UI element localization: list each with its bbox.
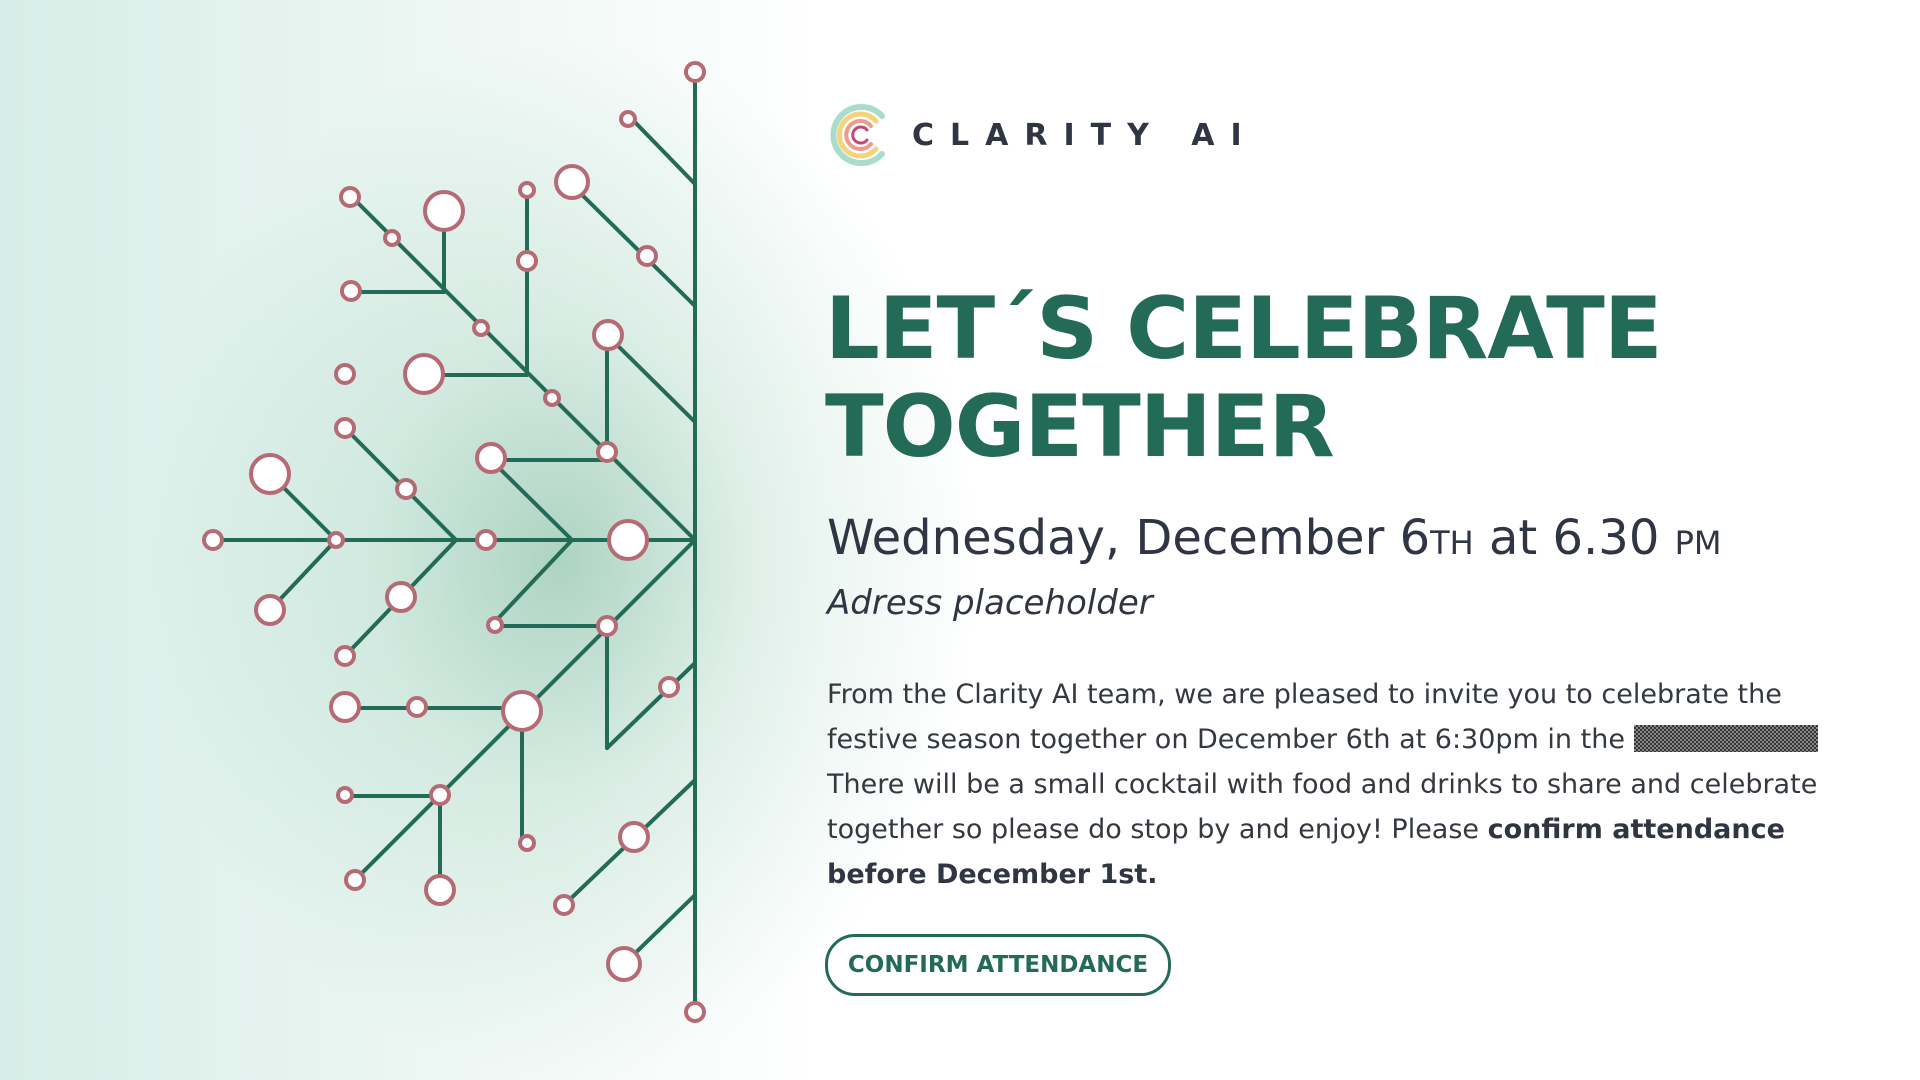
event-address: Adress placeholder — [827, 583, 1153, 623]
time-suffix: PM — [1674, 524, 1722, 562]
title-line-1: LET´S CELEBRATE — [825, 279, 1663, 379]
page-title: LET´S CELEBRATE TOGETHER — [825, 280, 1885, 476]
confirm-attendance-button[interactable]: CONFIRM ATTENDANCE — [825, 934, 1171, 996]
invitation-text: From the Clarity AI team, we are pleased… — [827, 672, 1837, 897]
date-suffix: TH — [1430, 524, 1474, 562]
clarity-c-icon — [830, 104, 885, 166]
brand-name: CLARITY AI — [912, 117, 1258, 153]
brand-logo: CLARITY AI — [830, 102, 1258, 168]
event-datetime: Wednesday, December 6TH at 6.30 PM — [827, 510, 1887, 566]
title-line-2: TOGETHER — [825, 377, 1335, 477]
redacted-block — [1633, 725, 1818, 752]
event-time: at 6.30 — [1473, 510, 1675, 566]
event-day-date: Wednesday, December 6 — [827, 510, 1431, 566]
